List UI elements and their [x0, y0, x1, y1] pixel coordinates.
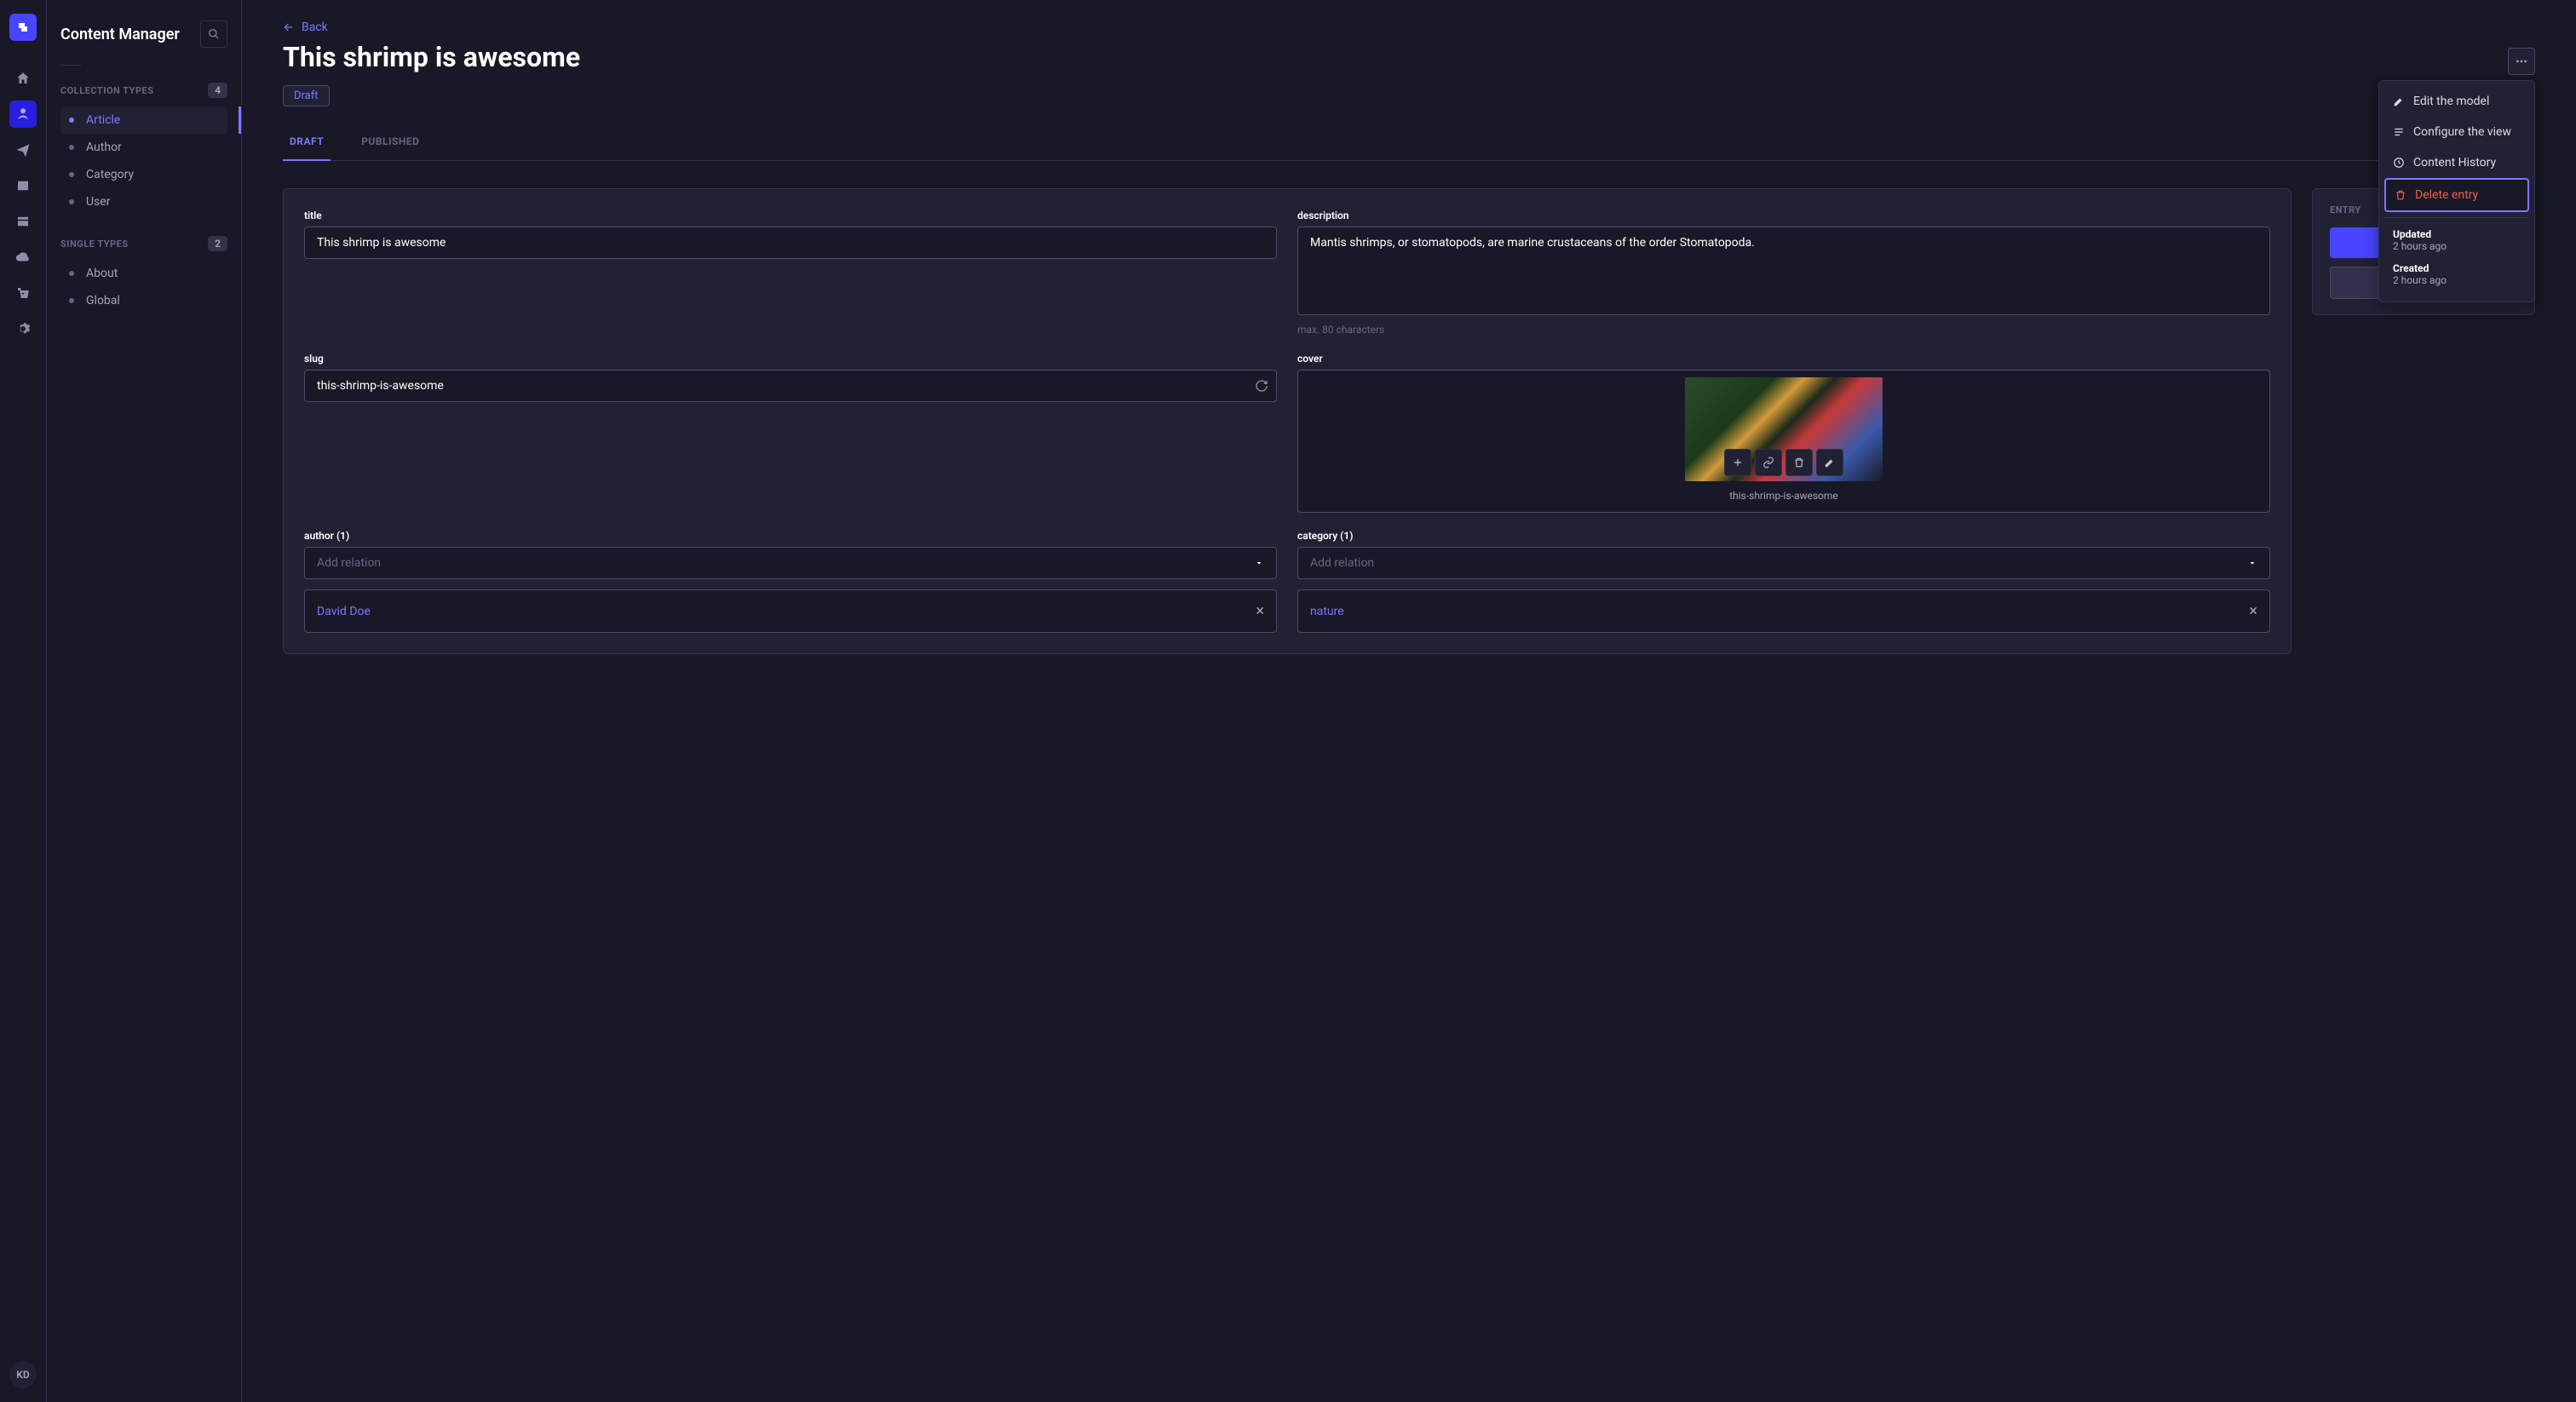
description-input[interactable]: Mantis shrimps, or stomatopods, are mari… [1297, 227, 2270, 315]
description-helper: max. 80 characters [1297, 324, 2270, 336]
description-label: description [1297, 210, 2270, 221]
menu-label: Configure the view [2413, 125, 2511, 139]
author-relation-chip: David Doe × [304, 589, 1277, 633]
arrow-left-icon [283, 21, 295, 33]
tab-draft[interactable]: DRAFT [283, 127, 331, 161]
sidebar-item-user[interactable]: User [60, 188, 227, 215]
menu-label: Delete entry [2415, 188, 2478, 202]
cover-edit-button[interactable] [1816, 449, 1843, 476]
menu-label: Content History [2413, 156, 2496, 170]
title-input[interactable] [304, 227, 1277, 259]
main-content: Back This shrimp is awesome Draft DRAFT … [242, 0, 2576, 1402]
sidebar-item-label: About [86, 267, 118, 280]
menu-label: Edit the model [2413, 95, 2489, 108]
rail-send[interactable] [9, 136, 37, 164]
link-icon [1762, 457, 1774, 468]
cover-image[interactable] [1685, 377, 1883, 481]
back-label: Back [302, 20, 328, 34]
author-select[interactable]: Add relation [304, 547, 1277, 579]
author-label: author (1) [304, 530, 1277, 542]
updated-label: Updated [2393, 228, 2521, 240]
slug-input[interactable] [304, 370, 1277, 402]
menu-configure-view[interactable]: Configure the view [2384, 117, 2529, 147]
created-value: 2 hours ago [2393, 274, 2521, 286]
sidebar-item-label: User [86, 195, 110, 209]
actions-dropdown: Edit the model Configure the view Conten… [2378, 80, 2535, 302]
history-icon [2393, 157, 2405, 169]
form-card: title description Mantis shrimps, or sto… [283, 188, 2291, 654]
regenerate-slug-button[interactable] [1255, 379, 1268, 393]
edit-tabs: DRAFT PUBLISHED [283, 127, 2535, 161]
rail-content[interactable] [9, 101, 37, 128]
cover-add-button[interactable] [1724, 449, 1751, 476]
sidebar-item-label: Global [86, 294, 120, 307]
category-placeholder: Add relation [1310, 556, 1374, 570]
category-label: category (1) [1297, 530, 2270, 542]
sidebar-item-label: Article [86, 113, 120, 127]
sidebar-item-label: Author [86, 141, 122, 154]
rail-settings[interactable] [9, 315, 37, 342]
caret-down-icon [1254, 558, 1264, 568]
category-relation-chip: nature × [1297, 589, 2270, 633]
collection-count-badge: 4 [208, 83, 227, 98]
refresh-icon [1255, 379, 1268, 393]
list-icon [2393, 126, 2405, 138]
content-sidebar: Content Manager COLLECTION TYPES 4 Artic… [47, 0, 242, 1402]
caret-down-icon [2247, 558, 2257, 568]
pencil-icon [2393, 95, 2405, 107]
sidebar-item-global[interactable]: Global [60, 287, 227, 314]
cover-link-button[interactable] [1755, 449, 1782, 476]
plus-icon [1732, 457, 1744, 468]
status-badge: Draft [283, 85, 330, 106]
category-remove-button[interactable]: × [2249, 602, 2257, 620]
rail-builder[interactable] [9, 208, 37, 235]
rail-marketplace[interactable] [9, 279, 37, 307]
app-logo[interactable] [9, 14, 37, 41]
rail-cloud[interactable] [9, 244, 37, 271]
back-link[interactable]: Back [283, 20, 328, 34]
title-label: title [304, 210, 1277, 221]
menu-delete-entry[interactable]: Delete entry [2384, 178, 2529, 212]
updated-value: 2 hours ago [2393, 240, 2521, 252]
pencil-icon [1824, 457, 1836, 468]
page-title: This shrimp is awesome [283, 41, 2535, 73]
cover-label: cover [1297, 353, 2270, 365]
cover-caption: this-shrimp-is-awesome [1729, 490, 1838, 502]
sidebar-item-about[interactable]: About [60, 260, 227, 287]
author-relation-name[interactable]: David Doe [317, 605, 371, 618]
tab-published[interactable]: PUBLISHED [354, 127, 426, 161]
sidebar-item-author[interactable]: Author [60, 134, 227, 161]
search-button[interactable] [200, 20, 227, 48]
created-label: Created [2393, 262, 2521, 274]
trash-icon [1793, 457, 1805, 468]
sidebar-item-article[interactable]: Article [60, 106, 227, 134]
category-select[interactable]: Add relation [1297, 547, 2270, 579]
sidebar-item-category[interactable]: Category [60, 161, 227, 188]
cover-delete-button[interactable] [1785, 449, 1813, 476]
user-avatar[interactable]: KD [9, 1361, 37, 1388]
menu-content-history[interactable]: Content History [2384, 147, 2529, 178]
author-placeholder: Add relation [317, 556, 381, 570]
author-remove-button[interactable]: × [1256, 602, 1264, 620]
rail-media[interactable] [9, 172, 37, 199]
single-types-label: SINGLE TYPES [60, 238, 129, 250]
search-icon [208, 28, 220, 40]
slug-label: slug [304, 353, 1277, 365]
dots-icon [2515, 55, 2528, 68]
collection-types-label: COLLECTION TYPES [60, 85, 154, 96]
nav-rail: KD [0, 0, 47, 1402]
rail-home[interactable] [9, 65, 37, 92]
single-count-badge: 2 [208, 236, 227, 251]
trash-icon [2395, 189, 2406, 201]
menu-edit-model[interactable]: Edit the model [2384, 86, 2529, 117]
cover-field: this-shrimp-is-awesome [1297, 370, 2270, 513]
sidebar-title: Content Manager [60, 26, 180, 43]
category-relation-name[interactable]: nature [1310, 605, 1344, 618]
more-actions-button[interactable] [2508, 48, 2535, 75]
sidebar-item-label: Category [86, 168, 134, 181]
